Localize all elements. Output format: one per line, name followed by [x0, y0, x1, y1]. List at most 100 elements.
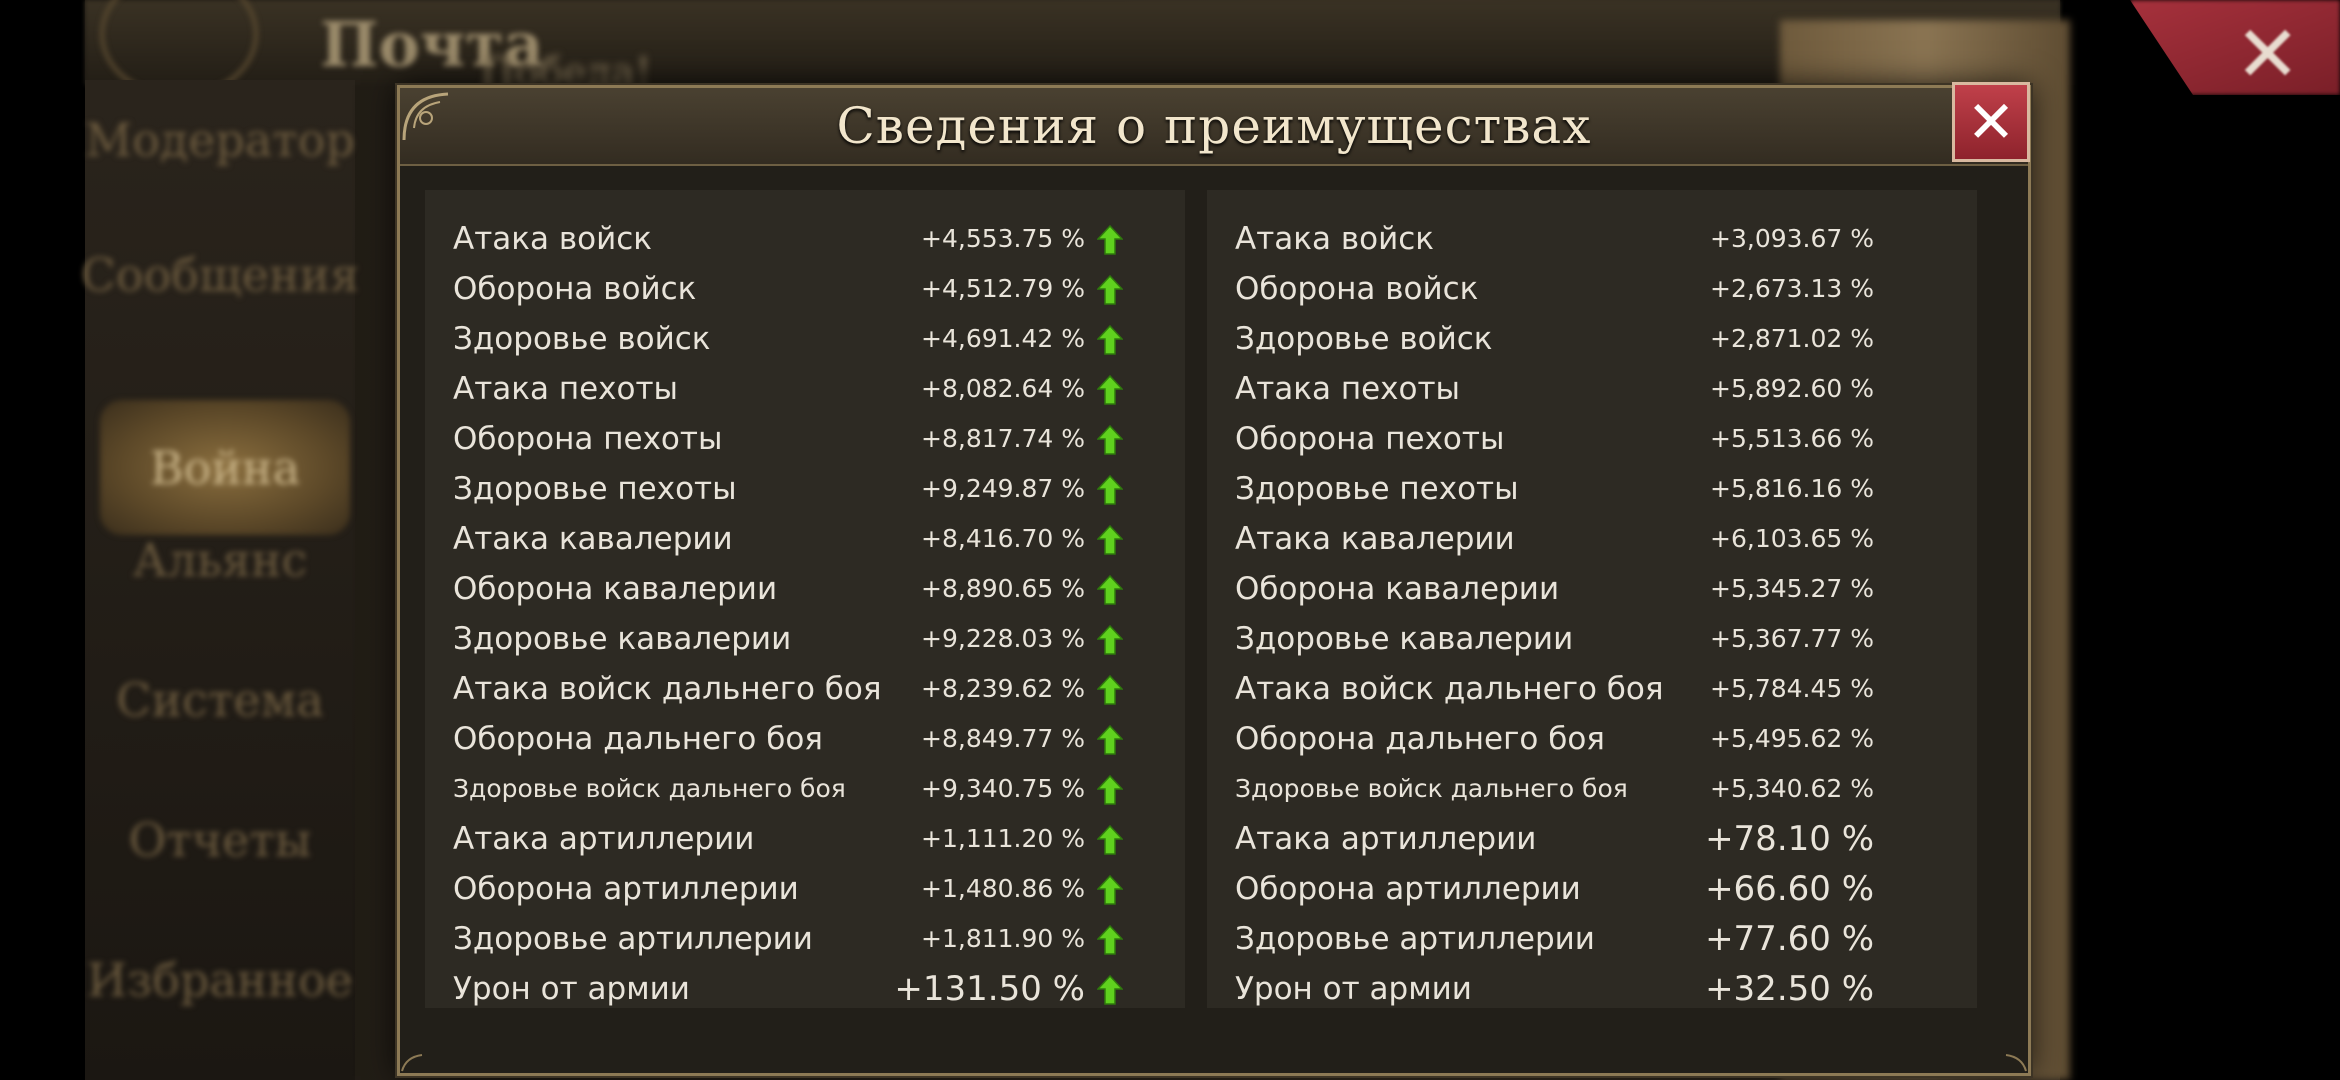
stat-label: Оборона дальнего боя: [1235, 721, 1605, 757]
stat-label: Здоровье пехоты: [1235, 471, 1519, 507]
stat-row: Оборона кавалерии +5,345.27 %: [1207, 564, 1977, 614]
stat-row: Оборона артиллерии +66.60 %: [1207, 864, 1977, 914]
stat-value: +4,691.42 %: [921, 324, 1085, 353]
sidebar-item[interactable]: Система: [85, 650, 355, 750]
stat-label: Атака войск дальнего боя: [1235, 671, 1664, 707]
stat-label: Оборона артиллерии: [453, 871, 799, 907]
stat-row: Оборона дальнего боя +5,495.62 %: [1207, 714, 1977, 764]
stat-value: +8,817.74 %: [921, 424, 1085, 453]
stat-row: Здоровье пехоты +9,249.87 %: [425, 464, 1185, 514]
stat-value: +2,871.02 %: [1710, 324, 1874, 353]
stat-row: Атака войск +4,553.75 %: [425, 214, 1185, 264]
stat-label: Здоровье пехоты: [453, 471, 737, 507]
stat-row: Оборона пехоты +8,817.74 %: [425, 414, 1185, 464]
green-up-arrow-icon: [1097, 975, 1123, 1005]
stat-label: Атака кавалерии: [453, 521, 733, 557]
modal-header: Сведения о преимуществах: [400, 88, 2028, 166]
enemy-stats-panel: Атака войск +3,093.67 % Оборона войск +2,67…: [1207, 190, 1977, 1009]
stat-label: Оборона артиллерии: [1235, 871, 1581, 907]
stat-label: Оборона дальнего боя: [453, 721, 823, 757]
stat-label: Здоровье кавалерии: [1235, 621, 1574, 657]
stat-value: +77.60 %: [1705, 919, 1874, 959]
close-icon: ✕: [1966, 88, 2016, 156]
green-up-arrow-icon: [1097, 425, 1123, 455]
green-up-arrow-icon: [1097, 625, 1123, 655]
stat-row: Оборона пехоты +5,513.66 %: [1207, 414, 1977, 464]
stat-row: Оборона кавалерии +8,890.65 %: [425, 564, 1185, 614]
stat-label: Здоровье артиллерии: [1235, 921, 1595, 957]
stat-row: Урон от армии +131.50 %: [425, 964, 1185, 1014]
stat-value: +66.60 %: [1705, 869, 1874, 909]
stat-row: Здоровье войск дальнего боя +9,340.75 %: [425, 764, 1185, 814]
stat-value: +8,239.62 %: [921, 674, 1085, 703]
corner-ornament-icon: [402, 92, 449, 141]
stat-row: Оборона дальнего боя +8,849.77 %: [425, 714, 1185, 764]
stat-row: Здоровье войск +2,871.02 %: [1207, 314, 1977, 364]
stat-value: +3,093.67 %: [1710, 224, 1874, 253]
stat-row: Атака войск дальнего боя +5,784.45 %: [1207, 664, 1977, 714]
green-up-arrow-icon: [1097, 725, 1123, 755]
sidebar-item[interactable]: Отчеты: [85, 790, 355, 890]
stat-label: Атака пехоты: [1235, 371, 1461, 407]
stat-value: +9,249.87 %: [921, 474, 1085, 503]
stat-row: Здоровье артиллерии +77.60 %: [1207, 914, 1977, 964]
sidebar-item[interactable]: Избранное: [85, 930, 355, 1030]
own-stats-panel: Атака войск +4,553.75 % Оборона войск +4,51…: [425, 190, 1185, 1009]
stat-row: Здоровье пехоты +5,816.16 %: [1207, 464, 1977, 514]
stat-label: Атака кавалерии: [1235, 521, 1515, 557]
sidebar-item[interactable]: Альянс: [85, 510, 355, 610]
sidebar-item[interactable]: Модератор: [85, 90, 355, 190]
stat-value: +5,513.66 %: [1710, 424, 1874, 453]
stat-label: Атака артиллерии: [1235, 821, 1537, 857]
stat-label: Урон от армии: [1235, 971, 1472, 1007]
stat-value: +5,345.27 %: [1710, 574, 1874, 603]
stat-row: Атака пехоты +5,892.60 %: [1207, 364, 1977, 414]
stat-label: Оборона войск: [1235, 271, 1479, 307]
green-up-arrow-icon: [1097, 675, 1123, 705]
sidebar-item[interactable]: Сообщения: [81, 225, 360, 325]
stat-value: +78.10 %: [1705, 819, 1874, 859]
stat-value: +5,495.62 %: [1710, 724, 1874, 753]
background-close-icon: ✕: [2235, 10, 2301, 100]
green-up-arrow-icon: [1097, 775, 1123, 805]
stat-row: Здоровье войск дальнего боя +5,340.62 %: [1207, 764, 1977, 814]
green-up-arrow-icon: [1097, 875, 1123, 905]
stat-value: +4,512.79 %: [921, 274, 1085, 303]
stat-row: Атака войск дальнего боя +8,239.62 %: [425, 664, 1185, 714]
stat-value: +2,673.13 %: [1710, 274, 1874, 303]
stat-value: +5,892.60 %: [1710, 374, 1874, 403]
green-up-arrow-icon: [1097, 525, 1123, 555]
stat-label: Здоровье войск дальнего боя: [453, 774, 846, 803]
stat-label: Атака пехоты: [453, 371, 679, 407]
stat-value: +6,103.65 %: [1710, 524, 1874, 553]
green-up-arrow-icon: [1097, 225, 1123, 255]
stat-value: +8,890.65 %: [921, 574, 1085, 603]
advantages-modal: Сведения о преимуществах ✕ Атака войск +4…: [397, 82, 2031, 1076]
stat-value: +5,367.77 %: [1710, 624, 1874, 653]
stat-label: Оборона кавалерии: [1235, 571, 1560, 607]
close-button[interactable]: ✕: [1952, 82, 2030, 162]
stat-label: Атака войск: [1235, 221, 1434, 257]
green-up-arrow-icon: [1097, 925, 1123, 955]
stat-label: Здоровье кавалерии: [453, 621, 792, 657]
stat-label: Оборона кавалерии: [453, 571, 778, 607]
corner-ornament-icon: [2005, 1054, 2027, 1072]
stat-label: Здоровье войск: [453, 321, 711, 357]
stat-row: Атака артиллерии +1,111.20 %: [425, 814, 1185, 864]
green-up-arrow-icon: [1097, 825, 1123, 855]
green-up-arrow-icon: [1097, 325, 1123, 355]
stat-row: Здоровье кавалерии +5,367.77 %: [1207, 614, 1977, 664]
stat-value: +8,416.70 %: [921, 524, 1085, 553]
stat-label: Урон от армии: [453, 971, 690, 1007]
stat-row: Атака кавалерии +8,416.70 %: [425, 514, 1185, 564]
stat-value: +9,340.75 %: [921, 774, 1085, 803]
green-up-arrow-icon: [1097, 475, 1123, 505]
stat-label: Оборона пехоты: [1235, 421, 1505, 457]
stat-label: Атака артиллерии: [453, 821, 755, 857]
green-up-arrow-icon: [1097, 375, 1123, 405]
stat-value: +8,082.64 %: [921, 374, 1085, 403]
stat-value: +5,784.45 %: [1710, 674, 1874, 703]
stat-row: Атака войск +3,093.67 %: [1207, 214, 1977, 264]
stat-row: Оборона войск +4,512.79 %: [425, 264, 1185, 314]
stat-value: +5,340.62 %: [1710, 774, 1874, 803]
